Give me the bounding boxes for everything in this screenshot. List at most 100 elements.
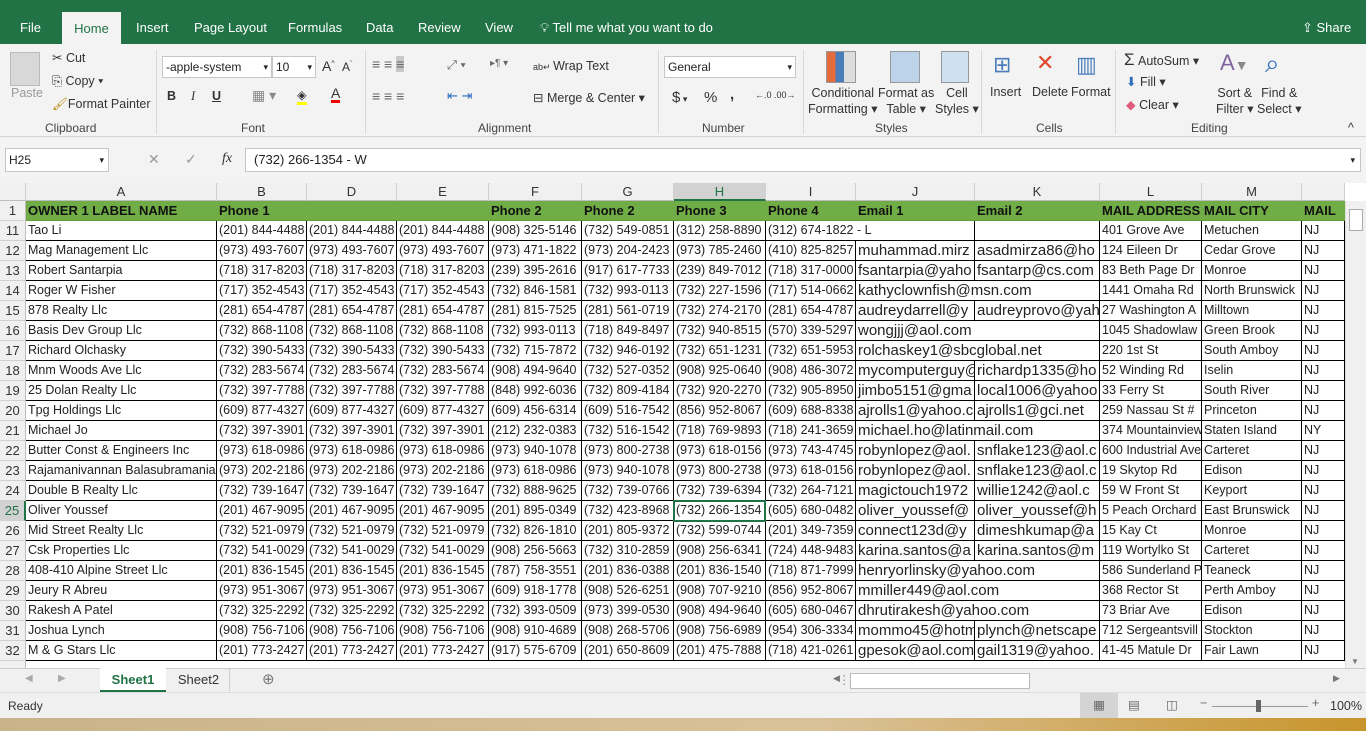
cell[interactable]: (732) 283-5674 (397, 361, 489, 381)
cell[interactable]: (908) 256-6341 (674, 541, 766, 561)
format-as-table-button[interactable]: Format as Table ▾ (878, 85, 934, 117)
column-header-B[interactable]: B (217, 183, 307, 201)
cell[interactable]: NJ (1302, 401, 1345, 421)
cell[interactable]: NJ (1302, 341, 1345, 361)
cell[interactable] (856, 221, 975, 241)
cell[interactable]: (732) 325-2292 (217, 601, 307, 621)
cell[interactable]: (732) 393-0509 (489, 601, 582, 621)
cell[interactable]: 52 Winding Rd (1100, 361, 1202, 381)
column-header-D[interactable]: D (307, 183, 397, 201)
cell[interactable]: (973) 493-7607 (397, 241, 489, 261)
delete-button[interactable]: Delete (1032, 85, 1068, 99)
cell[interactable]: (908) 910-4689 (489, 621, 582, 641)
tell-me-search[interactable]: 💡︎ Tell me what you want to do (530, 14, 723, 44)
cell[interactable]: (973) 618-0986 (489, 461, 582, 481)
cell[interactable]: (732) 390-5433 (397, 341, 489, 361)
cell[interactable]: (201) 844-4488 (217, 221, 307, 241)
cell[interactable]: (732) 946-0192 (582, 341, 674, 361)
header-cell[interactable]: Phone 4 (766, 201, 856, 221)
cell[interactable]: Tpg Holdings Llc (26, 401, 217, 421)
cell[interactable]: NJ (1302, 241, 1345, 261)
cell[interactable]: (718) 241-3659 (766, 421, 856, 441)
spreadsheet-grid[interactable]: A B D E F G H I J K L M 1 OWNER 1 LABEL NAME Phone 1 Ph… (0, 183, 1345, 668)
cell[interactable]: NJ (1302, 621, 1345, 641)
cell[interactable]: (201) 844-4488 (397, 221, 489, 241)
cell[interactable]: Teaneck (1202, 561, 1302, 581)
tab-file[interactable]: File (10, 14, 51, 44)
cell[interactable]: 259 Nassau St # (1100, 401, 1202, 421)
row-header-12[interactable]: 12 (0, 241, 26, 261)
cell[interactable]: ajrolls1@yahoo.c (856, 401, 975, 421)
cell[interactable]: (954) 306-3334 (766, 621, 856, 641)
cell[interactable]: (201) 773-2427 (397, 641, 489, 661)
cell[interactable]: Rakesh A Patel (26, 601, 217, 621)
cell[interactable]: (732) 846-1581 (489, 281, 582, 301)
cell[interactable]: 408-410 Alpine Street Llc (26, 561, 217, 581)
normal-view-icon[interactable]: ▦ (1080, 693, 1118, 719)
row-header-15[interactable]: 15 (0, 301, 26, 321)
cell[interactable] (975, 221, 1100, 241)
cell[interactable]: (973) 493-7607 (307, 241, 397, 261)
cell[interactable]: NJ (1302, 501, 1345, 521)
cell[interactable]: (732) 521-0979 (217, 521, 307, 541)
cell[interactable]: Carteret (1202, 441, 1302, 461)
row-header-25[interactable]: 25 (0, 501, 26, 521)
cell[interactable]: North Brunswick (1202, 281, 1302, 301)
cell[interactable]: (718) 317-8203 (397, 261, 489, 281)
row-header-19[interactable]: 19 (0, 381, 26, 401)
cell[interactable]: (732) 541-0029 (217, 541, 307, 561)
row-header-16[interactable]: 16 (0, 321, 26, 341)
share-button[interactable]: ⇪ Share (1296, 14, 1357, 44)
enter-icon[interactable]: ✓ (185, 151, 197, 168)
header-cell[interactable]: Phone 3 (674, 201, 766, 221)
cell[interactable]: (917) 617-7733 (582, 261, 674, 281)
cell[interactable]: (281) 654-4787 (217, 301, 307, 321)
cell[interactable]: 19 Skytop Rd (1100, 461, 1202, 481)
cell[interactable]: 878 Realty Llc (26, 301, 217, 321)
cell[interactable]: Double B Realty Llc (26, 481, 217, 501)
cell[interactable]: NJ (1302, 481, 1345, 501)
row-header-14[interactable]: 14 (0, 281, 26, 301)
cell[interactable]: plynch@netscape (975, 621, 1100, 641)
cell[interactable]: (718) 849-8497 (582, 321, 674, 341)
cell[interactable]: (973) 785-2460 (674, 241, 766, 261)
cell[interactable]: 600 Industrial Ave (1100, 441, 1202, 461)
cell[interactable]: karina.santos@m (975, 541, 1100, 561)
cell[interactable]: richardp1335@ho (975, 361, 1100, 381)
header-cell[interactable] (397, 201, 489, 221)
cell[interactable]: 15 Kay Ct (1100, 521, 1202, 541)
cell[interactable]: (718) 871-7999 (766, 561, 856, 581)
cell[interactable]: Joshua Lynch (26, 621, 217, 641)
cell[interactable]: (605) 680-0482 (766, 501, 856, 521)
font-name-select[interactable]: -apple-system ▾ (162, 56, 272, 78)
cell[interactable]: mmiller449@aol.com (856, 581, 999, 601)
row-header-18[interactable]: 18 (0, 361, 26, 381)
cell[interactable]: (732) 390-5433 (217, 341, 307, 361)
header-cell[interactable]: MAIL (1302, 201, 1345, 221)
cell[interactable]: (201) 836-1540 (674, 561, 766, 581)
scroll-down-icon[interactable]: ▼ (1351, 657, 1359, 666)
cell[interactable]: wongjjj@aol.com (856, 321, 975, 341)
tab-insert[interactable]: Insert (126, 14, 179, 44)
cell[interactable]: asadmirza86@ho (975, 241, 1100, 261)
cell[interactable]: Monroe (1202, 261, 1302, 281)
name-box[interactable]: H25 ▾ (5, 148, 109, 172)
cell[interactable]: (732) 283-5674 (307, 361, 397, 381)
percent-button[interactable]: % (704, 89, 717, 106)
cell[interactable]: (973) 204-2423 (582, 241, 674, 261)
cell[interactable]: magictouch1972 (856, 481, 975, 501)
cell[interactable]: (732) 993-0113 (582, 281, 674, 301)
cell[interactable]: (281) 654-4787 (307, 301, 397, 321)
tab-review[interactable]: Review (408, 14, 471, 44)
insert-function-icon[interactable]: fx (222, 151, 232, 167)
cell[interactable]: fsantarpia@yaho (856, 261, 975, 281)
cell[interactable]: snflake123@aol.c (975, 461, 1100, 481)
cell[interactable]: Fair Lawn (1202, 641, 1302, 661)
header-cell[interactable]: OWNER 1 LABEL NAME (26, 201, 217, 221)
cell[interactable]: (732) 397-7788 (217, 381, 307, 401)
cell[interactable]: 1045 Shadowlaw (1100, 321, 1202, 341)
cell[interactable]: Green Brook (1202, 321, 1302, 341)
cell[interactable]: (609) 688-8338 (766, 401, 856, 421)
insert-button[interactable]: Insert (990, 85, 1021, 99)
cell[interactable]: 27 Washington A (1100, 301, 1202, 321)
